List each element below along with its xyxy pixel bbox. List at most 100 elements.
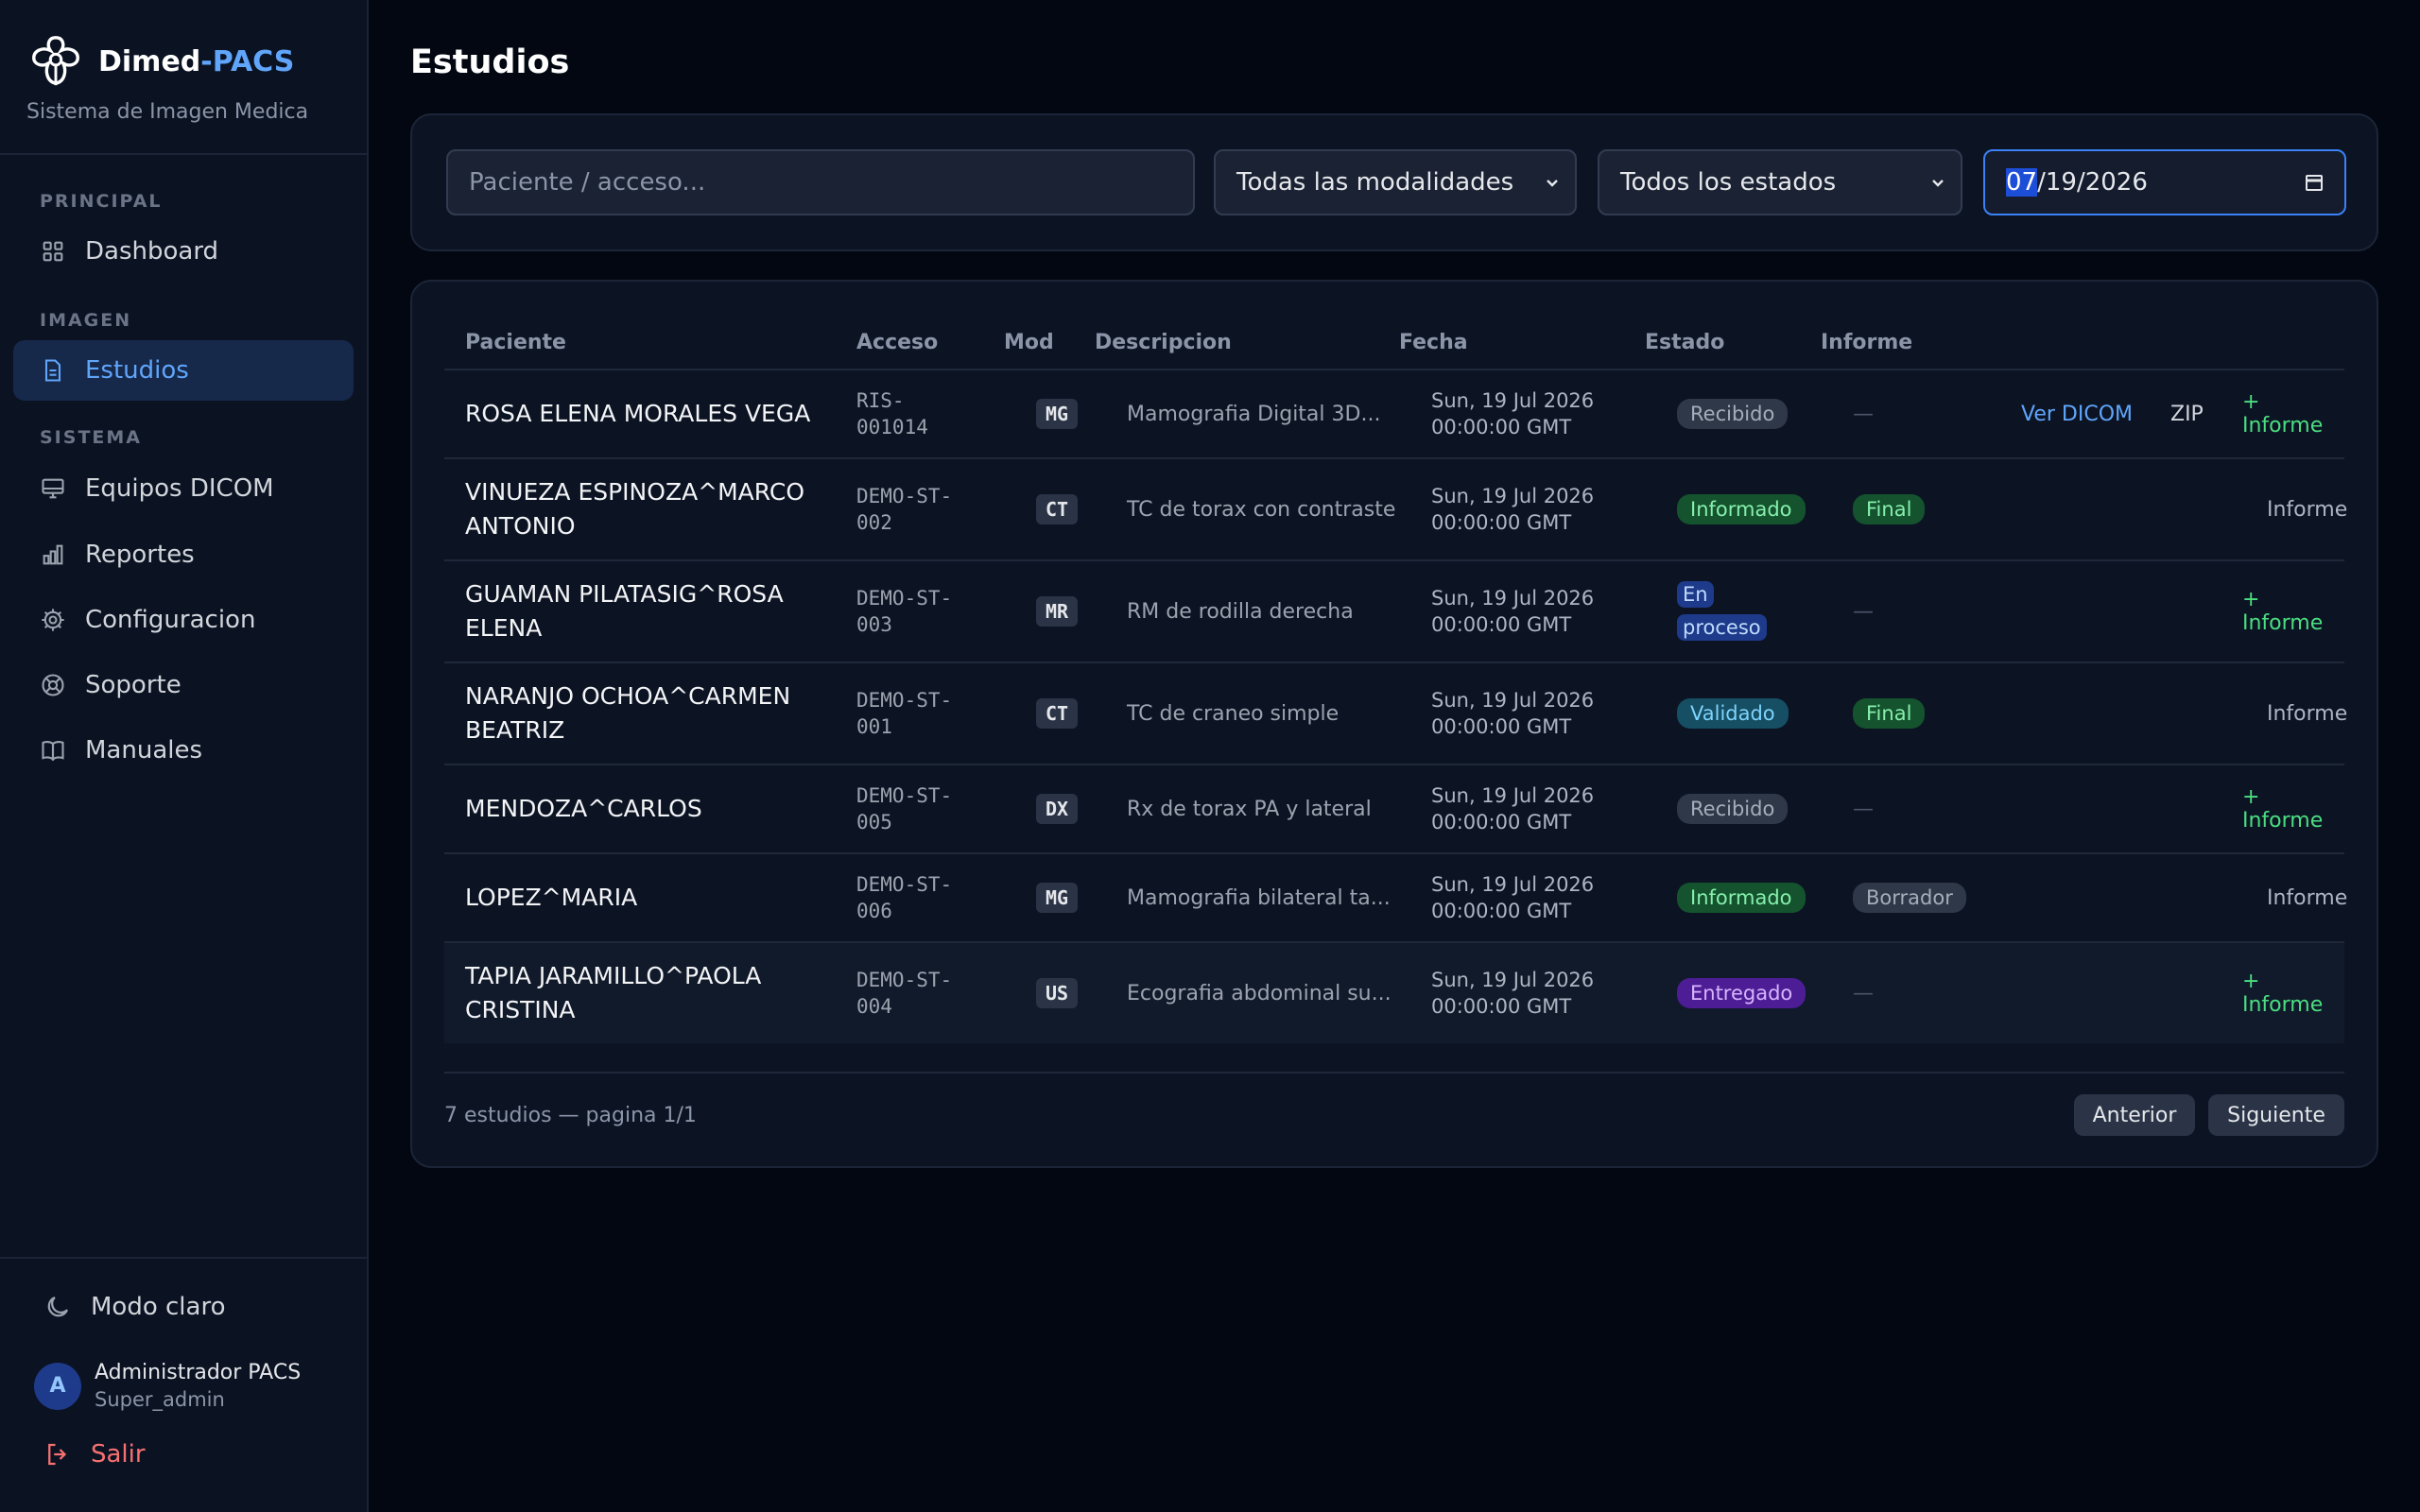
logout-button[interactable]: Salir bbox=[43, 1440, 146, 1469]
report-link[interactable]: Informe bbox=[2267, 459, 2347, 559]
accession-number: DEMO-ST- 003 bbox=[856, 587, 953, 636]
filter-bar: Paciente / acceso... Todas las modalidad… bbox=[410, 113, 2378, 251]
patient-name: GUAMAN PILATASIG^ROSA ELENA bbox=[465, 580, 784, 642]
column-header[interactable]: Informe bbox=[1821, 331, 1912, 354]
sidebar-item-soporte[interactable]: Soporte bbox=[13, 655, 354, 715]
chevron-down-icon bbox=[1547, 180, 1558, 187]
report-link[interactable]: Informe bbox=[2267, 663, 2347, 764]
study-date: Sun, 19 Jul 2026 00:00:00 GMT bbox=[1431, 969, 1595, 1018]
modality-badge: CT bbox=[1036, 494, 1079, 524]
report-badge: Borrador bbox=[1853, 883, 1966, 913]
study-date: Sun, 19 Jul 2026 00:00:00 GMT bbox=[1431, 689, 1595, 738]
date-input[interactable]: 07/19/2026 bbox=[1983, 149, 2346, 215]
monitor-icon bbox=[42, 478, 64, 499]
status-cell: Recibido bbox=[1677, 765, 1789, 852]
status-cell: Informado bbox=[1677, 459, 1806, 559]
table-row[interactable]: TAPIA JARAMILLO^PAOLA CRISTINA DEMO-ST- 00… bbox=[444, 943, 2344, 1043]
table-row[interactable]: VINUEZA ESPINOZA^MARCO ANTONIO DEMO-ST- 00… bbox=[444, 459, 2347, 559]
previous-page-button[interactable]: Anterior bbox=[2074, 1094, 2195, 1136]
sidebar-item-manuales[interactable]: Manuales bbox=[13, 720, 354, 781]
avatar: A bbox=[34, 1362, 81, 1410]
sidebar-item-reportes[interactable]: Reportes bbox=[13, 524, 354, 585]
patient-name: TAPIA JARAMILLO^PAOLA CRISTINA bbox=[465, 962, 762, 1023]
table-row[interactable]: LOPEZ^MARIA DEMO-ST- 006 MG Mamografia bi… bbox=[444, 854, 2347, 941]
status-select[interactable]: Todos los estados bbox=[1598, 149, 1962, 215]
column-header[interactable]: Acceso bbox=[856, 331, 938, 354]
column-header[interactable]: Estado bbox=[1645, 331, 1724, 354]
accession-number: DEMO-ST- 005 bbox=[856, 784, 953, 833]
status-cell: En proceso bbox=[1677, 561, 1781, 662]
patient-name: NARANJO OCHOA^CARMEN BEATRIZ bbox=[465, 682, 791, 744]
patient-name: LOPEZ^MARIA bbox=[465, 884, 638, 911]
new-report-link[interactable]: + Informe bbox=[2242, 370, 2344, 457]
sidebar-item-configuracion[interactable]: Configuracion bbox=[13, 590, 354, 650]
column-header[interactable]: Fecha bbox=[1399, 331, 1468, 354]
calendar-icon[interactable] bbox=[2303, 171, 2325, 194]
sidebar-item-label: Reportes bbox=[85, 541, 195, 569]
report-cell: — bbox=[1853, 943, 1874, 1043]
document-icon bbox=[44, 359, 61, 382]
sidebar-item-estudios[interactable]: Estudios bbox=[13, 340, 354, 401]
sidebar-divider bbox=[0, 153, 369, 155]
table-row[interactable]: ROSA ELENA MORALES VEGA RIS- 001014 MG Ma… bbox=[444, 370, 2344, 457]
new-report-link[interactable]: + Informe bbox=[2242, 765, 2344, 852]
theme-toggle[interactable]: Modo claro bbox=[43, 1293, 226, 1321]
modality-badge: CT bbox=[1036, 698, 1079, 729]
status-badge: Informado bbox=[1677, 883, 1806, 913]
pagination-summary: 7 estudios — pagina 1/1 bbox=[444, 1104, 697, 1127]
status-badge: Informado bbox=[1677, 494, 1806, 524]
brand-accent: -PACS bbox=[200, 44, 295, 78]
column-header[interactable]: Descripcion bbox=[1095, 331, 1232, 354]
nav-section-principal: PRINCIPAL bbox=[40, 191, 163, 212]
search-input[interactable]: Paciente / acceso... bbox=[446, 149, 1195, 215]
zip-download-link[interactable]: ZIP bbox=[2170, 370, 2204, 457]
sidebar-item-label: Estudios bbox=[85, 356, 189, 385]
user-name: Administrador PACS bbox=[95, 1361, 302, 1384]
table-row[interactable]: MENDOZA^CARLOS DEMO-ST- 005 DX Rx de tora… bbox=[444, 765, 2344, 852]
sidebar-item-label: Equipos DICOM bbox=[85, 474, 274, 503]
status-badge: Recibido bbox=[1677, 399, 1789, 429]
report-link[interactable]: Informe bbox=[2267, 854, 2347, 941]
description: RM de rodilla derecha bbox=[1127, 599, 1354, 624]
date-rest: /19/2026 bbox=[2037, 168, 2148, 197]
modality-cell: MG bbox=[1036, 370, 1079, 457]
patient-name: VINUEZA ESPINOZA^MARCO ANTONIO bbox=[465, 478, 805, 540]
table-row[interactable]: NARANJO OCHOA^CARMEN BEATRIZ DEMO-ST- 001 … bbox=[444, 663, 2347, 764]
report-cell: Final bbox=[1853, 459, 1926, 559]
report-empty: — bbox=[1853, 797, 1874, 821]
modality-cell: MR bbox=[1036, 561, 1079, 662]
gear-icon bbox=[42, 609, 64, 631]
user-profile[interactable]: A Administrador PACS Super_admin bbox=[34, 1361, 301, 1411]
modality-badge: MR bbox=[1036, 596, 1079, 627]
sidebar: Dimed-PACS Sistema de Imagen Medica PRIN… bbox=[0, 0, 369, 1512]
status-badge: Recibido bbox=[1677, 794, 1789, 824]
sidebar-item-equipos-dicom[interactable]: Equipos DICOM bbox=[13, 458, 354, 519]
accession-number: DEMO-ST- 004 bbox=[856, 969, 953, 1018]
book-icon bbox=[42, 741, 64, 762]
modality-select[interactable]: Todas las modalidades bbox=[1214, 149, 1577, 215]
grid-icon bbox=[43, 241, 63, 262]
page-title: Estudios bbox=[410, 43, 570, 81]
report-cell: — bbox=[1853, 561, 1874, 662]
modality-cell: CT bbox=[1036, 663, 1079, 764]
view-dicom-link[interactable]: Ver DICOM bbox=[2021, 370, 2133, 457]
new-report-link[interactable]: + Informe bbox=[2242, 561, 2344, 662]
table-row[interactable]: GUAMAN PILATASIG^ROSA ELENA DEMO-ST- 003 M… bbox=[444, 561, 2344, 662]
report-badge: Final bbox=[1853, 698, 1926, 729]
study-date: Sun, 19 Jul 2026 00:00:00 GMT bbox=[1431, 784, 1595, 833]
new-report-link[interactable]: + Informe bbox=[2242, 943, 2344, 1043]
sidebar-item-dashboard[interactable]: Dashboard bbox=[13, 221, 354, 282]
report-cell: — bbox=[1853, 765, 1874, 852]
status-cell: Informado bbox=[1677, 854, 1806, 941]
description: Mamografia bilateral ta... bbox=[1127, 885, 1391, 910]
logout-label: Salir bbox=[91, 1440, 146, 1469]
column-header[interactable]: Paciente bbox=[465, 331, 566, 354]
next-page-button[interactable]: Siguiente bbox=[2208, 1094, 2344, 1136]
nav-section-imagen: IMAGEN bbox=[40, 310, 132, 331]
modality-cell: CT bbox=[1036, 459, 1079, 559]
modality-badge: MG bbox=[1036, 883, 1079, 913]
studies-table: Paciente Acceso Mod Descripcion Fecha Es… bbox=[410, 280, 2378, 1168]
description: Ecografia abdominal su... bbox=[1127, 981, 1392, 1005]
column-header[interactable]: Mod bbox=[1004, 331, 1054, 354]
status-badge: Entregado bbox=[1677, 978, 1806, 1008]
